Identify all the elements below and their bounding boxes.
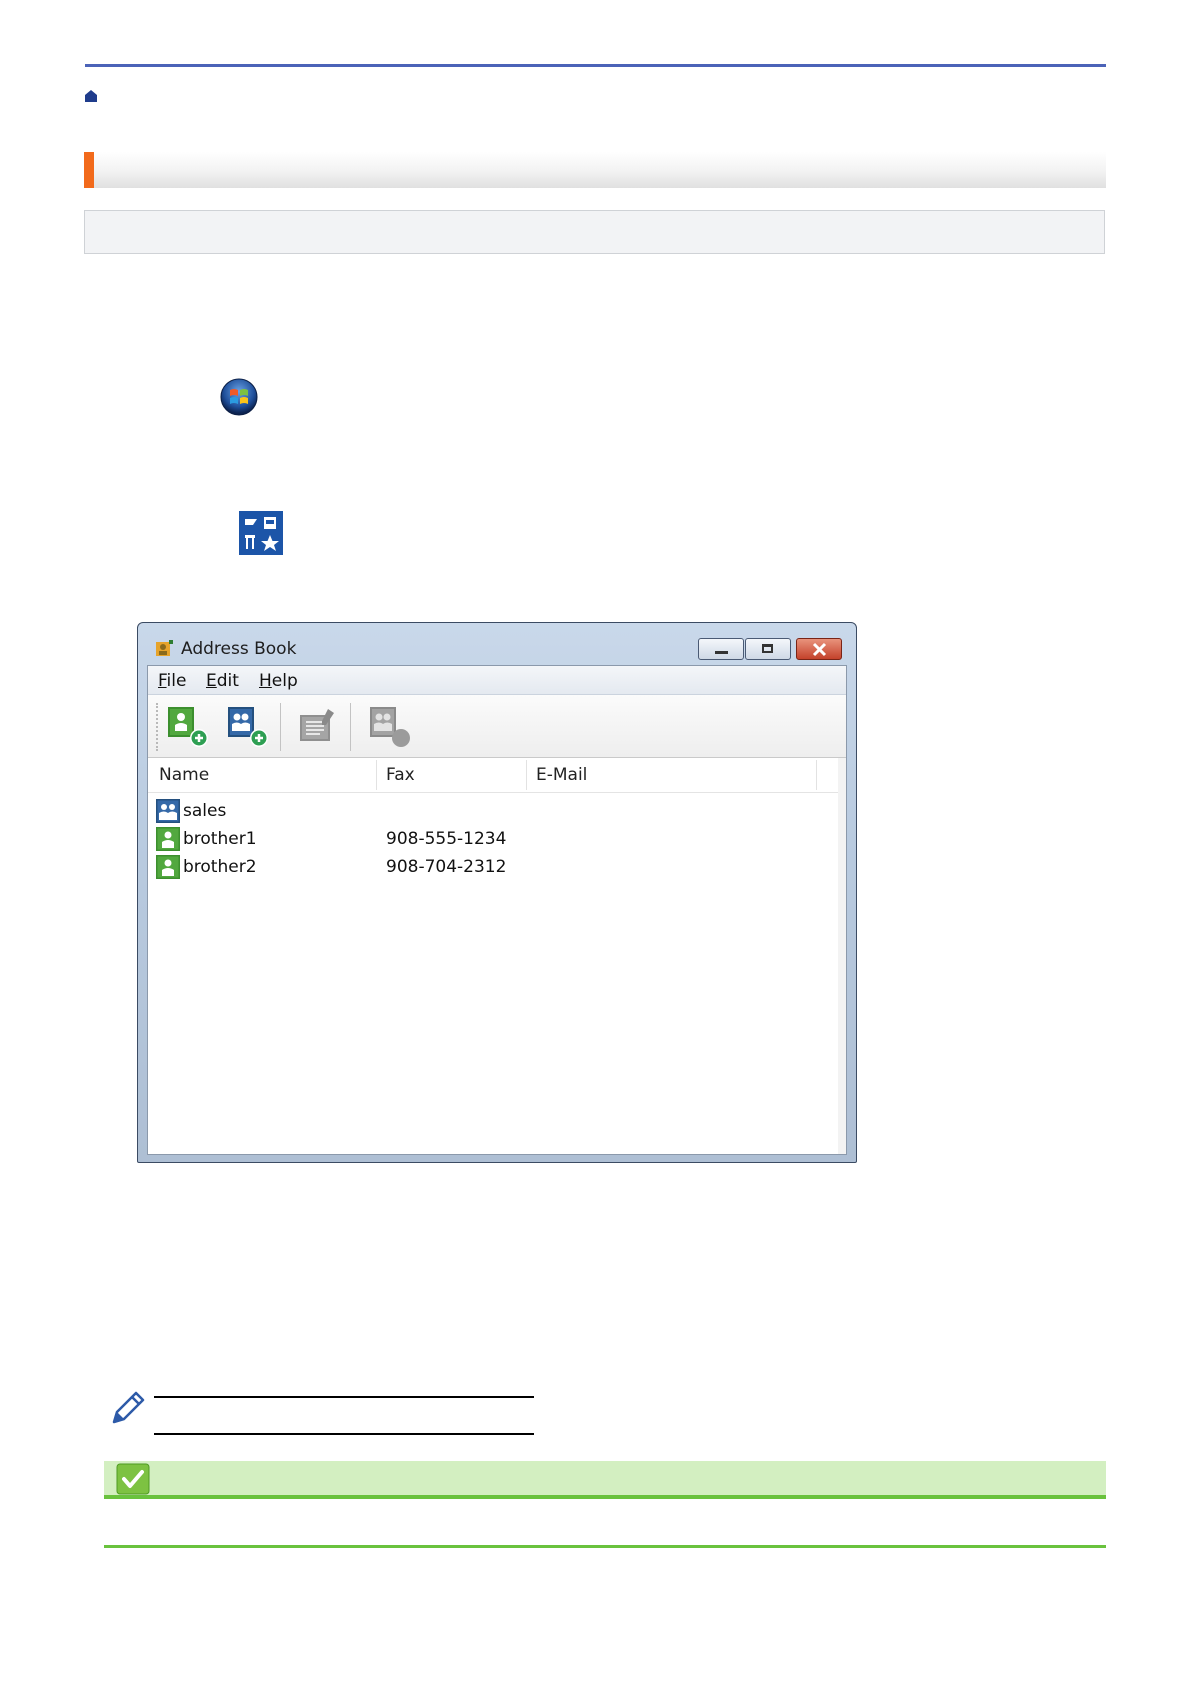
minimize-icon bbox=[715, 651, 728, 654]
add-contact-icon[interactable] bbox=[166, 705, 210, 749]
column-header-email[interactable]: E-Mail bbox=[536, 765, 587, 785]
group-icon bbox=[156, 799, 180, 823]
section-header-bar bbox=[84, 152, 1106, 188]
list-item[interactable]: brother2 908-704-2312 bbox=[156, 854, 816, 880]
related-info-underline bbox=[104, 1495, 1106, 1499]
top-rule bbox=[85, 64, 1106, 67]
note-divider bbox=[154, 1396, 534, 1398]
close-icon bbox=[812, 642, 827, 657]
column-separator[interactable] bbox=[816, 760, 817, 790]
toolbar-separator bbox=[350, 703, 351, 751]
address-book-window: Address Book File Edit Help Name Fax E-M… bbox=[137, 622, 857, 1163]
toolbar bbox=[148, 695, 846, 758]
column-separator[interactable] bbox=[376, 760, 377, 790]
contact-fax: 908-704-2312 bbox=[386, 857, 507, 877]
window-client-area: File Edit Help Name Fax E-Mail sales bro… bbox=[147, 665, 847, 1155]
checkmark-icon bbox=[116, 1463, 150, 1495]
windows-start-icon[interactable] bbox=[220, 378, 258, 416]
close-button[interactable] bbox=[796, 638, 842, 660]
minimize-button[interactable] bbox=[698, 638, 744, 660]
contact-icon bbox=[156, 855, 180, 879]
add-group-icon[interactable] bbox=[226, 705, 270, 749]
contact-icon bbox=[156, 827, 180, 851]
delete-icon[interactable] bbox=[368, 705, 412, 749]
contact-name: brother1 bbox=[183, 829, 257, 849]
contact-name: sales bbox=[183, 801, 227, 821]
list-item[interactable]: brother1 908-555-1234 bbox=[156, 826, 816, 852]
contact-name: brother2 bbox=[183, 857, 257, 877]
maximize-icon bbox=[762, 644, 773, 653]
title-bar[interactable]: Address Book bbox=[138, 623, 856, 665]
section-accent bbox=[84, 152, 94, 188]
toolbar-grip[interactable] bbox=[156, 703, 161, 751]
related-info-bar bbox=[104, 1461, 1106, 1497]
column-header-fax[interactable]: Fax bbox=[386, 765, 415, 785]
toolbar-separator bbox=[280, 703, 281, 751]
scrollbar[interactable] bbox=[838, 758, 846, 1154]
menu-edit[interactable]: Edit bbox=[206, 671, 239, 691]
note-divider bbox=[154, 1433, 534, 1435]
column-separator[interactable] bbox=[526, 760, 527, 790]
menu-bar: File Edit Help bbox=[148, 666, 846, 695]
bottom-rule bbox=[104, 1545, 1106, 1548]
column-header-name[interactable]: Name bbox=[159, 765, 209, 785]
intro-box bbox=[84, 210, 1105, 254]
pencil-icon bbox=[112, 1391, 145, 1424]
home-icon[interactable] bbox=[84, 89, 98, 103]
menu-help[interactable]: Help bbox=[259, 671, 298, 691]
list-item[interactable]: sales bbox=[156, 798, 816, 824]
menu-file[interactable]: File bbox=[158, 671, 186, 691]
edit-icon[interactable] bbox=[296, 705, 340, 749]
brother-utilities-icon[interactable] bbox=[239, 511, 283, 555]
window-title: Address Book bbox=[181, 639, 297, 659]
address-book-icon bbox=[156, 640, 173, 656]
list-header: Name Fax E-Mail bbox=[148, 758, 846, 793]
maximize-button[interactable] bbox=[745, 638, 791, 660]
contact-fax: 908-555-1234 bbox=[386, 829, 507, 849]
